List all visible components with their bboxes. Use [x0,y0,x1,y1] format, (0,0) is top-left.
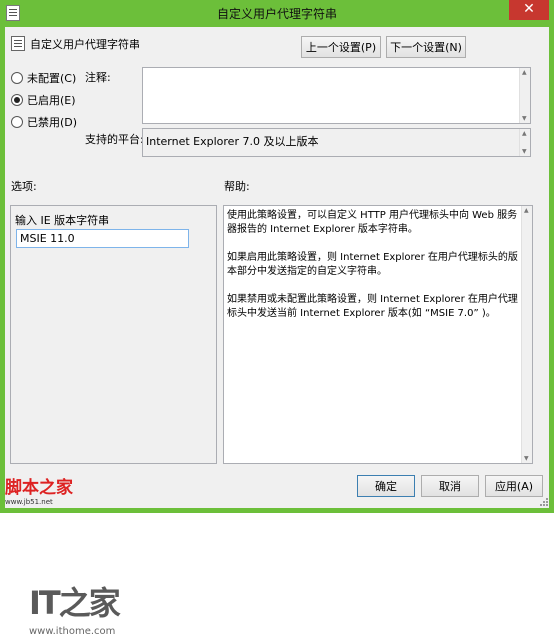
setting-doc-icon [11,36,25,51]
radio-disabled[interactable]: 已禁用(D) [11,114,77,130]
options-pane: 输入 IE 版本字符串 MSIE 11.0 IT之家 www.ithome.co… [10,205,217,637]
radio-circle[interactable] [11,72,23,84]
close-button[interactable]: ✕ [509,0,549,20]
next-setting-button[interactable]: 下一个设置(N) [386,36,466,58]
radio-circle[interactable] [11,116,23,128]
comment-textarea[interactable] [142,67,531,124]
help-heading: 帮助: [224,180,250,193]
ithome-url: www.ithome.com [29,626,116,637]
dialog-body: 自定义用户代理字符串 上一个设置(P) 下一个设置(N) 未配置(C) 已启用(… [5,27,549,637]
radio-label: 已禁用(D) [27,116,78,129]
jb51-watermark: 脚本之家 www.jb51.net [5,473,73,506]
setting-name: 自定义用户代理字符串 [30,38,140,51]
radio-label: 已启用(E) [27,94,76,107]
ithome-watermark: IT之家 www.ithome.com [29,578,121,637]
jb51-logo: 脚本之家 [5,478,73,498]
policy-dialog-window: 自定义用户代理字符串 ✕ 自定义用户代理字符串 上一个设置(P) 下一个设置(N… [0,0,554,637]
options-heading: 选项: [11,180,37,193]
platform-field: Internet Explorer 7.0 及以上版本 [142,128,531,157]
radio-label: 未配置(C) [27,72,77,85]
comment-label: 注释: [85,71,111,84]
help-pane: 使用此策略设置，可以自定义 HTTP 用户代理标头中向 Web 服务器报告的 I… [223,205,533,464]
ok-button[interactable]: 确定 [357,475,415,497]
jb51-url: www.jb51.net [5,498,53,506]
radio-circle-selected[interactable] [11,94,23,106]
resize-grip[interactable] [539,497,549,507]
platform-scrollbar[interactable] [519,129,530,156]
platform-label: 支持的平台: [85,133,144,146]
cancel-button[interactable]: 取消 [421,475,479,497]
ie-version-input[interactable]: MSIE 11.0 [16,229,189,248]
help-paragraph: 使用此策略设置，可以自定义 HTTP 用户代理标头中向 Web 服务器报告的 I… [227,210,518,235]
window-title: 自定义用户代理字符串 [216,7,337,21]
platform-value: Internet Explorer 7.0 及以上版本 [146,135,319,148]
help-paragraph: 如果启用此策略设置，则 Internet Explorer 在用户代理标头的版本… [227,252,518,277]
help-scrollbar[interactable] [521,206,532,463]
help-paragraph: 如果禁用或未配置此策略设置，则 Internet Explorer 在用户代理标… [227,294,518,319]
ie-version-label: 输入 IE 版本字符串 [15,214,110,227]
apply-button[interactable]: 应用(A) [485,475,543,497]
ithome-logo: IT之家 [29,584,121,622]
radio-enabled[interactable]: 已启用(E) [11,92,76,108]
title-bar[interactable]: 自定义用户代理字符串 ✕ [0,0,554,27]
radio-not-configured[interactable]: 未配置(C) [11,70,76,86]
previous-setting-button[interactable]: 上一个设置(P) [301,36,381,58]
help-text: 使用此策略设置，可以自定义 HTTP 用户代理标头中向 Web 服务器报告的 I… [227,209,520,335]
comment-scrollbar[interactable] [519,68,530,123]
